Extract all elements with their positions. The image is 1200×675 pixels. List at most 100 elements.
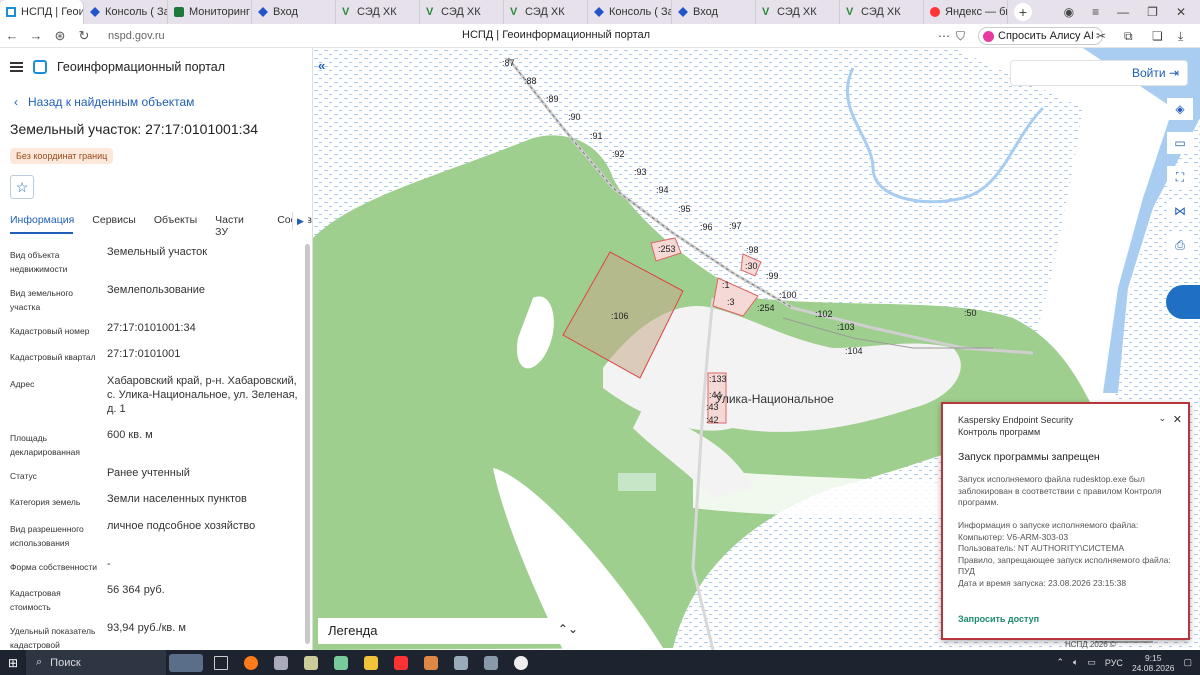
browser-tab[interactable]: Консоль ( Зап — [588, 0, 672, 24]
tray-chevron-icon[interactable]: ⌃ — [1056, 657, 1064, 668]
browser-tab[interactable]: Вход — [252, 0, 336, 24]
layers-icon[interactable]: ◈ — [1167, 98, 1193, 120]
forward-arrow-icon[interactable]: → — [24, 28, 48, 43]
browser-tab[interactable]: V СЭД ХК — [336, 0, 420, 24]
hamburger-menu-icon[interactable] — [10, 62, 23, 72]
browser-tab[interactable]: V СЭД ХК — [756, 0, 840, 24]
tab-title: Яндекс — быс — [945, 6, 1007, 18]
tab-information[interactable]: Информация — [10, 214, 74, 238]
parcel-label: :98 — [746, 245, 759, 255]
app-icon[interactable] — [326, 650, 356, 675]
parcel-label: :100 — [779, 290, 797, 300]
pinned-image[interactable] — [166, 650, 206, 675]
download-icon[interactable]: ⤓ — [1178, 29, 1183, 44]
windows-start-icon[interactable]: ⊞ — [0, 650, 26, 675]
print-icon[interactable]: ⎙ — [1167, 234, 1193, 256]
property-key: Кадастровый номер — [10, 326, 90, 336]
collections-icon[interactable]: ❏ — [1152, 29, 1163, 43]
folder-icon[interactable] — [356, 650, 386, 675]
diamond-icon — [90, 7, 100, 17]
remote-desktop-icon[interactable] — [446, 650, 476, 675]
yandex-icon[interactable] — [386, 650, 416, 675]
tab-services[interactable]: Сервисы — [92, 214, 136, 238]
back-arrow-icon[interactable]: ← — [0, 28, 24, 43]
yandex-browser-icon[interactable] — [506, 650, 536, 675]
page-title: НСПД | Геоинформационный портал — [462, 29, 651, 41]
browser-tab[interactable]: Вход — [672, 0, 756, 24]
parcel-label: :99 — [766, 271, 779, 281]
notifications-icon[interactable]: ▢ — [1183, 657, 1192, 668]
browser-tab[interactable]: НСПД | Геои✕ — [0, 0, 84, 24]
select-area-icon[interactable]: ⛶ — [1167, 166, 1193, 188]
app-icon[interactable] — [296, 650, 326, 675]
browser-tab[interactable]: Консоль ( Зап — [84, 0, 168, 24]
v-icon: V — [762, 6, 770, 18]
login-button[interactable]: Войти ⇥ — [1010, 60, 1188, 86]
property-value: 27:17:0101001 — [107, 348, 181, 360]
property-value: Хабаровский край, р-н. Хабаровский, с. У… — [107, 375, 298, 415]
parcel-label: :106 — [611, 311, 629, 321]
property-value: 93,94 руб./кв. м — [107, 622, 186, 634]
taskbar: ⊞ ⌕ Поиск ⌃ 🔈︎ ▭ РУС 9:15 24.08.2026 ▢ — [0, 650, 1200, 675]
close-notification-icon[interactable]: ✕ — [1173, 413, 1182, 426]
parcel-label: :96 — [700, 222, 713, 232]
copyright: НСПД 2026 © — [1065, 640, 1116, 649]
profile-icon[interactable]: ◉ — [1064, 5, 1074, 19]
browser-tab[interactable]: V СЭД ХК — [420, 0, 504, 24]
request-access-link[interactable]: Запросить доступ — [958, 614, 1039, 624]
browser-tab[interactable]: Яндекс — быс — [924, 0, 1008, 24]
collapse-notification-icon[interactable]: ⌄ — [1158, 413, 1166, 424]
language-indicator[interactable]: РУС — [1105, 658, 1123, 668]
close-window-icon[interactable]: ✕ — [1176, 5, 1186, 19]
browser-tab[interactable]: V СЭД ХК — [504, 0, 588, 24]
app-icon[interactable] — [266, 650, 296, 675]
firefox-icon[interactable] — [236, 650, 266, 675]
parcel-label: :103 — [837, 322, 855, 332]
ruler-icon[interactable]: ▭ — [1167, 132, 1193, 154]
search-label: Поиск — [50, 656, 81, 669]
notification-heading: Запуск программы запрещен — [958, 451, 1100, 463]
new-tab-button[interactable]: + — [1014, 3, 1032, 21]
browser-tab[interactable]: Мониторинг и — [168, 0, 252, 24]
bookmark-icon[interactable]: ⛉ — [956, 29, 965, 44]
tab-title: СЭД ХК — [861, 6, 901, 18]
share-icon[interactable]: ⋈ — [1167, 200, 1193, 222]
tabs-scroll-right-icon[interactable]: ▶ — [292, 212, 308, 230]
volume-icon[interactable]: 🔈︎ — [1073, 657, 1078, 668]
tab-objects[interactable]: Объекты — [154, 214, 197, 238]
system-tray: ⌃ 🔈︎ ▭ РУС 9:15 24.08.2026 ▢ — [1056, 650, 1192, 675]
menu-icon[interactable]: ≡ — [1092, 5, 1099, 19]
protect-icon[interactable]: ⊛ — [48, 28, 72, 44]
network-icon[interactable]: ▭ — [1087, 657, 1096, 668]
clock[interactable]: 9:15 24.08.2026 — [1132, 653, 1175, 673]
collapse-sidebar-icon[interactable]: « — [318, 58, 336, 76]
ask-alisa-button[interactable]: Спросить Алису AI — [978, 27, 1103, 45]
tab-title: Вход — [693, 6, 718, 18]
village-label: Улика-Национальное — [715, 392, 834, 406]
url-field[interactable]: nspd.gov.ru — [108, 30, 165, 42]
sidebar-scrollbar[interactable] — [305, 244, 310, 644]
remote-desktop-icon[interactable] — [476, 650, 506, 675]
minimize-icon[interactable]: — — [1117, 5, 1129, 19]
app-icon[interactable] — [416, 650, 446, 675]
favorite-button[interactable]: ☆ — [10, 175, 34, 199]
restore-icon[interactable]: ❐ — [1147, 5, 1158, 19]
task-view-icon[interactable] — [206, 650, 236, 675]
tab-parts[interactable]: Части ЗУ — [215, 214, 259, 238]
browser-tab[interactable]: V СЭД ХК — [840, 0, 924, 24]
yandex-icon — [930, 7, 940, 17]
more-icon[interactable]: ⋯ — [938, 29, 950, 43]
nspd-logo-icon — [33, 60, 47, 74]
extensions-icon[interactable]: ⧉ — [1124, 29, 1133, 44]
reload-icon[interactable]: ↻ — [72, 28, 96, 44]
support-chat-icon[interactable] — [1166, 285, 1200, 319]
expand-legend-icon[interactable]: ⌃⌄ — [558, 622, 578, 636]
back-to-results-link[interactable]: ‹ Назад к найденным объектам — [14, 95, 194, 109]
v-icon: V — [342, 6, 350, 18]
tools-icon[interactable]: ✂ — [1096, 29, 1106, 43]
property-key: Кадастровый квартал — [10, 352, 96, 362]
kaspersky-notification: Kaspersky Endpoint Security Контроль прог… — [941, 402, 1190, 640]
property-value: 56 364 руб. — [107, 584, 165, 596]
taskbar-search[interactable]: ⌕ Поиск — [26, 650, 166, 675]
legend-panel[interactable]: Легенда ⌃⌄ — [318, 618, 590, 644]
